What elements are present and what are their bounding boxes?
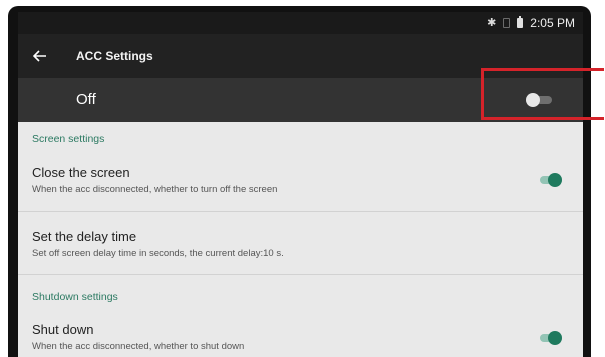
setting-subtitle: Set off screen delay time in seconds, th… (32, 248, 284, 259)
shut-down-toggle[interactable] (536, 329, 562, 347)
setting-subtitle: When the acc disconnected, whether to tu… (32, 184, 278, 195)
divider (18, 274, 583, 275)
status-icons: ✱ 2:05 PM (487, 16, 575, 30)
back-button[interactable] (30, 46, 50, 66)
bluetooth-icon: ✱ (487, 17, 497, 29)
toggle-thumb (548, 331, 562, 345)
close-screen-toggle[interactable] (536, 171, 562, 189)
setting-title: Shut down (32, 322, 94, 337)
device-frame: ✱ 2:05 PM ACC Settings Off Screen settin… (8, 6, 591, 357)
status-bar: ✱ 2:05 PM (18, 12, 583, 34)
battery-icon (517, 16, 524, 28)
setting-title: Close the screen (32, 165, 130, 180)
section-header-screen: Screen settings (32, 133, 105, 145)
setting-subtitle: When the acc disconnected, whether to sh… (32, 341, 245, 352)
highlight-annotation-box (481, 68, 604, 120)
status-time: 2:05 PM (530, 16, 575, 30)
divider (18, 211, 583, 212)
arrow-left-icon (33, 50, 46, 62)
no-sim-icon (503, 18, 511, 28)
setting-title: Set the delay time (32, 229, 137, 244)
section-header-shutdown: Shutdown settings (32, 291, 118, 303)
master-switch-label: Off (76, 91, 96, 108)
page-title: ACC Settings (76, 49, 153, 63)
toggle-thumb (548, 173, 562, 187)
screen: ✱ 2:05 PM ACC Settings Off Screen settin… (18, 12, 583, 357)
